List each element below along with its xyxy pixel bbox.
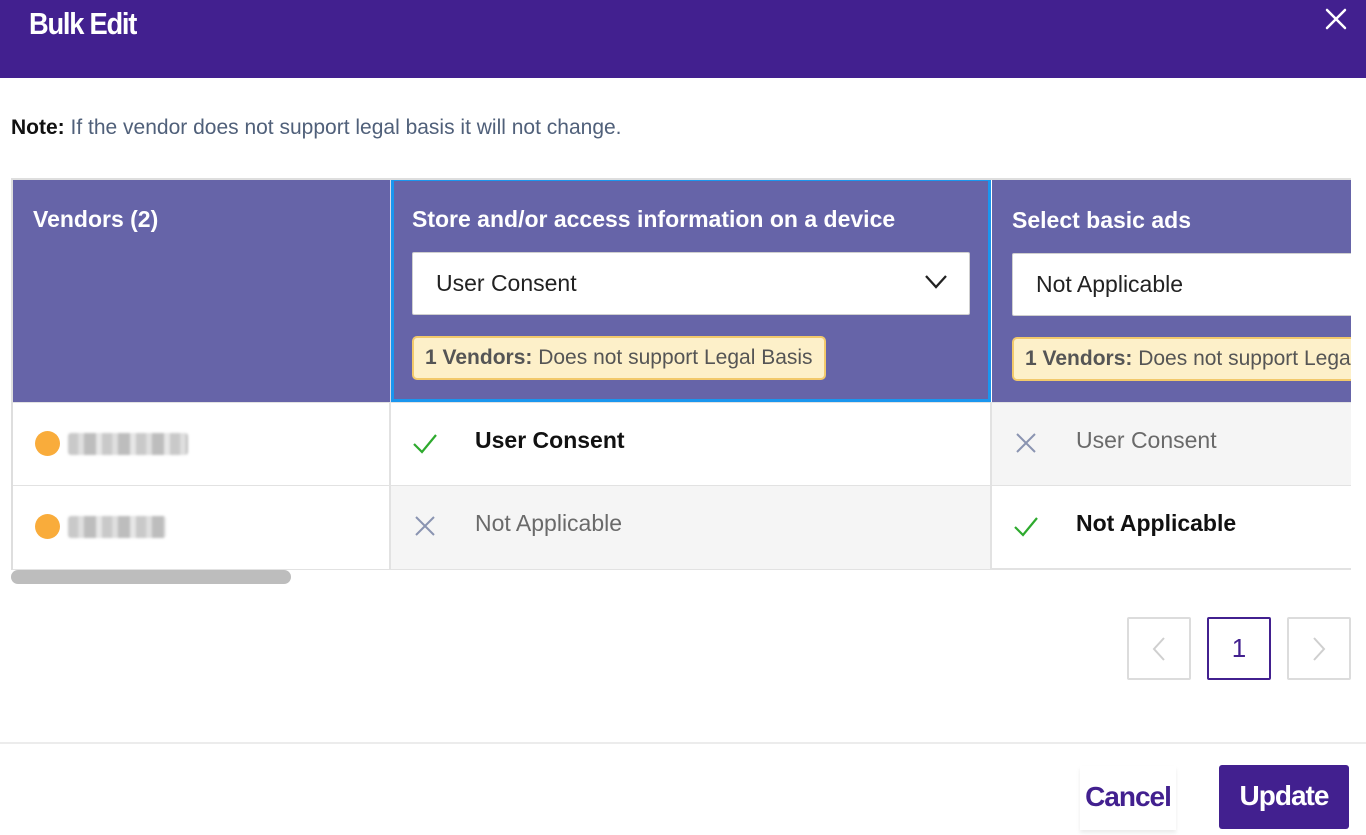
legal-basis-value: User Consent <box>1076 427 1217 453</box>
purpose-title: Store and/or access information on a dev… <box>412 206 896 232</box>
note-label: Note: <box>11 116 65 139</box>
legal-basis-select-store-access[interactable]: User Consent <box>412 252 970 315</box>
legal-basis-select-basic-ads[interactable]: Not Applicable <box>1012 253 1351 316</box>
x-icon <box>415 516 435 536</box>
unsupported-vendors-warning: 1 Vendors: Does not support Legal Basis <box>1012 337 1351 381</box>
unsupported-vendors-warning: 1 Vendors: Does not support Legal Basis <box>412 336 826 380</box>
vendor-status-dot <box>35 514 60 539</box>
update-button[interactable]: Update <box>1219 765 1349 829</box>
warning-count: 1 Vendors: <box>425 346 533 369</box>
vendor-cell <box>13 486 391 569</box>
redacted-vendor-name <box>68 433 188 455</box>
chevron-right-icon <box>1313 637 1326 661</box>
vendors-count-label: Vendors (2) <box>33 206 159 232</box>
horizontal-scrollbar[interactable] <box>11 570 291 584</box>
dialog-header: Bulk Edit <box>0 0 1366 78</box>
legal-basis-cell[interactable]: Not Applicable <box>391 486 992 569</box>
cancel-button[interactable]: Cancel <box>1080 766 1176 830</box>
table-row: User Consent User Consent <box>13 402 1351 486</box>
dialog-title: Bulk Edit <box>29 6 137 41</box>
x-icon <box>1016 433 1036 453</box>
chevron-left-icon <box>1152 637 1165 661</box>
legal-basis-cell[interactable]: User Consent <box>992 403 1351 486</box>
warning-count: 1 Vendors: <box>1025 347 1133 370</box>
warning-text: Does not support Legal Basis <box>532 346 813 369</box>
legal-basis-selected-value: User Consent <box>436 270 577 296</box>
table-row: Not Applicable Not Applicable <box>13 485 1351 570</box>
check-icon <box>1014 517 1038 537</box>
warning-text: Does not support Legal Basis <box>1138 347 1351 370</box>
purpose-title: Select basic ads <box>1012 207 1191 233</box>
footer-divider <box>0 742 1366 744</box>
note-text: If the vendor does not support legal bas… <box>64 116 622 139</box>
previous-page-button[interactable] <box>1127 617 1191 680</box>
purpose-column-header-store-access: Store and/or access information on a dev… <box>391 180 991 402</box>
close-icon[interactable] <box>1321 4 1351 34</box>
legal-basis-cell[interactable]: User Consent <box>391 403 992 486</box>
current-page-button[interactable]: 1 <box>1207 617 1271 680</box>
vendor-cell <box>13 403 391 486</box>
bulk-edit-table: Vendors (2) Store and/or access informat… <box>11 178 1351 570</box>
legal-basis-selected-value: Not Applicable <box>1036 271 1184 297</box>
legal-basis-value: Not Applicable <box>475 510 623 536</box>
next-page-button[interactable] <box>1287 617 1351 680</box>
redacted-vendor-name <box>68 516 166 538</box>
vendor-status-dot <box>35 431 60 456</box>
legal-basis-cell[interactable]: Not Applicable <box>992 486 1351 569</box>
chevron-down-icon <box>925 275 947 289</box>
legal-basis-value: Not Applicable <box>1076 510 1237 536</box>
legal-basis-value: User Consent <box>475 427 625 453</box>
legal-basis-note: Note: If the vendor does not support leg… <box>11 116 622 140</box>
purpose-column-header-basic-ads: Select basic ads Not Applicable 1 Vendor… <box>992 180 1351 402</box>
vendors-column-header: Vendors (2) <box>13 180 391 402</box>
check-icon <box>413 434 437 454</box>
